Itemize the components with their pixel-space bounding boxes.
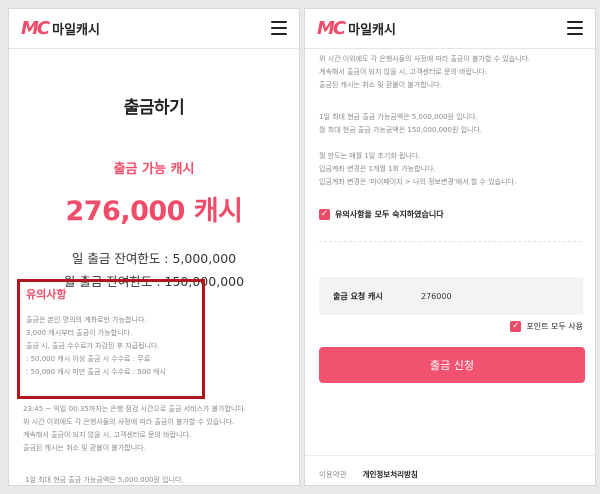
top-bar: MC 마일캐시 — [305, 9, 595, 49]
agree-checkbox-row[interactable]: ✓ 유의사항을 모두 숙지하였습니다 — [319, 209, 444, 220]
withdraw-submit-button[interactable]: 출금 신청 — [319, 347, 585, 383]
footer: 이용약관 개인정보처리방침 — [319, 469, 418, 480]
notice-group: 위 시간 이외에도 각 은행사들의 사정에 따라 출금이 불가할 수 있습니다.… — [319, 53, 589, 92]
available-cash-label: 출금 가능 캐시 — [113, 162, 195, 177]
notice-line: 3,000 캐시부터 출금이 가능합니다. — [26, 329, 133, 337]
hamburger-icon[interactable] — [271, 21, 287, 35]
logo-text: 마일캐시 — [348, 23, 396, 38]
notice-list: 출금은 본인 명의의 계좌로만 가능합니다. 3,000 캐시부터 출금이 가능… — [26, 314, 196, 379]
request-cash-field[interactable]: 출금 요청 캐시 276000 — [319, 277, 583, 315]
withdraw-screen-left: MC 마일캐시 출금하기 출금 가능 캐시 276,000 캐시 일 출금 잔여… — [8, 8, 300, 486]
checkbox-checked-icon[interactable]: ✓ — [319, 209, 330, 220]
notice-line: 위 시간 이외에도 각 은행사들의 사정에 따라 출금이 불가할 수 있습니다. — [319, 55, 531, 63]
top-bar: MC 마일캐시 — [9, 9, 299, 49]
notice-line: 입금계좌 변경은 '마이페이지 > 나의 정보변경'에서 할 수 있습니다. — [319, 178, 517, 186]
logo-mark: MC — [21, 18, 50, 39]
divider — [319, 241, 581, 242]
logo-mark: MC — [317, 18, 346, 39]
logo[interactable]: MC 마일캐시 — [317, 18, 396, 39]
notice-line: 출금된 캐시는 취소 및 환불이 불가합니다. — [23, 444, 146, 452]
notice-continued: 23:45 ~ 익일 00:35까지는 은행 점검 시간으로 출금 서비스가 불… — [23, 403, 293, 455]
available-cash-amount: 276,000 캐시 — [65, 196, 243, 227]
hamburger-icon[interactable] — [567, 21, 583, 35]
notice-line: 출금은 본인 명의의 계좌로만 가능합니다. — [26, 316, 147, 324]
notice-line: 계속해서 출금이 되지 않을 시, 고객센터로 문의 바랍니다. — [23, 431, 192, 439]
logo-text: 마일캐시 — [52, 23, 100, 38]
logo[interactable]: MC 마일캐시 — [21, 18, 100, 39]
notice-line: : 50,000 캐시 이상 출금 시 수수료 : 무료 — [26, 355, 151, 363]
notice-line: 23:45 ~ 익일 00:35까지는 은행 점검 시간으로 출금 서비스가 불… — [23, 405, 247, 413]
privacy-link[interactable]: 개인정보처리방침 — [363, 469, 418, 480]
request-cash-value[interactable]: 276000 — [421, 292, 452, 301]
notice-group: 1일 최대 현금 출금 가능금액은 5,000,000원 입니다. 월 최대 현… — [319, 111, 589, 137]
footer-divider — [305, 455, 595, 456]
notice-line: 출금 시, 출금 수수료가 차감된 후 지급됩니다. — [26, 342, 160, 350]
withdraw-screen-right: MC 마일캐시 위 시간 이외에도 각 은행사들의 사정에 따라 출금이 불가할… — [304, 8, 596, 486]
use-all-points-row[interactable]: ✓ 포인트 모두 사용 — [510, 321, 583, 332]
notice-line: 계속해서 출금이 되지 않을 시, 고객센터로 문의 바랍니다. — [319, 68, 488, 76]
notice-line: : 50,000 캐시 미만 출금 시 수수료 : 500 캐시 — [26, 368, 166, 376]
notice-line: 1일 최대 현금 출금 가능금액은 5,000,000원 입니다. — [319, 113, 478, 121]
notice-line: 월 한도는 매월 1일 초기화 됩니다. — [319, 152, 421, 160]
notice-title: 유의사항 — [26, 288, 67, 301]
notice-line: 1일 최대 현금 출금 가능금액은 5,000,000원 입니다. — [25, 476, 184, 484]
notice-line: 위 시간 이외에도 각 은행사들의 사정에 따라 출금이 불가할 수 있습니다. — [23, 418, 235, 426]
notice-highlight-box: 유의사항 출금은 본인 명의의 계좌로만 가능합니다. 3,000 캐시부터 출… — [17, 279, 205, 399]
agree-label: 유의사항을 모두 숙지하였습니다 — [335, 210, 444, 219]
notice-group: 월 한도는 매월 1일 초기화 됩니다. 입금계좌 변경은 1개월 1회 가능합… — [319, 150, 589, 189]
page-title: 출금하기 — [123, 98, 185, 118]
notice-line: 월 최대 현금 출금 가능금액은 150,000,000원 입니다. — [319, 126, 483, 134]
terms-link[interactable]: 이용약관 — [319, 469, 347, 480]
request-cash-label: 출금 요청 캐시 — [333, 291, 383, 301]
use-all-points-label: 포인트 모두 사용 — [526, 322, 583, 331]
daily-limit: 일 출금 잔여한도 : 5,000,000 — [71, 251, 237, 266]
checkbox-checked-icon[interactable]: ✓ — [510, 321, 522, 332]
notice-line: 입금계좌 변경은 1개월 1회 가능합니다. — [319, 165, 436, 173]
notice-line: 출금된 캐시는 취소 및 환불이 불가합니다. — [319, 81, 442, 89]
